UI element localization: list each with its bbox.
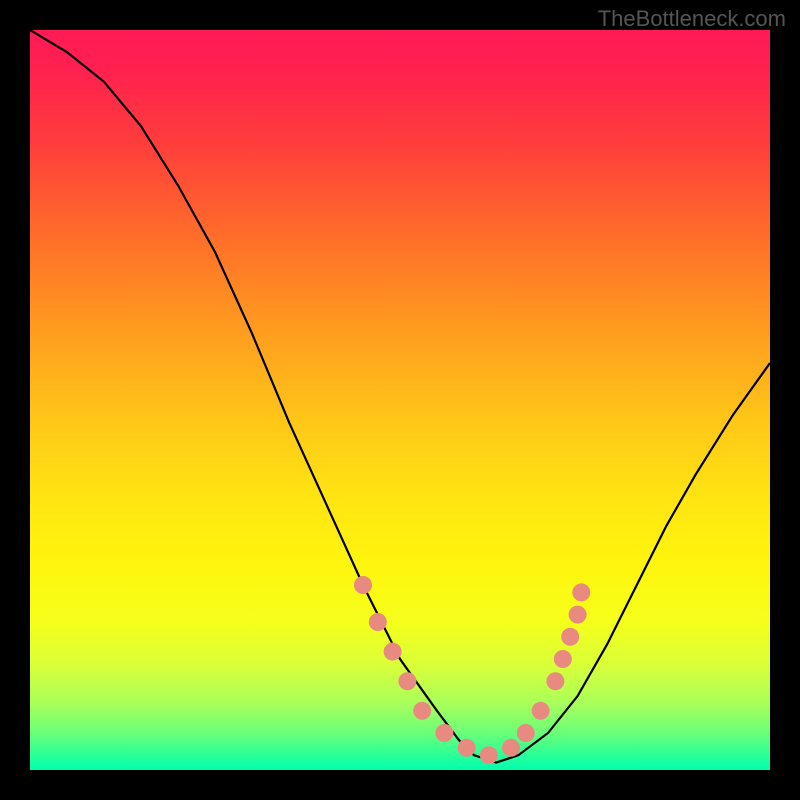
marker-point xyxy=(561,628,579,646)
marker-point xyxy=(569,606,587,624)
marker-point xyxy=(369,613,387,631)
plot-area xyxy=(30,30,770,770)
marker-point xyxy=(554,650,572,668)
marker-point xyxy=(413,702,431,720)
marker-point xyxy=(546,672,564,690)
marker-point xyxy=(354,576,372,594)
marker-point xyxy=(532,702,550,720)
marker-point xyxy=(458,739,476,757)
marker-point xyxy=(435,724,453,742)
marker-point xyxy=(480,746,498,764)
chart-svg xyxy=(30,30,770,770)
marker-point xyxy=(572,583,590,601)
watermark: TheBottleneck.com xyxy=(598,6,786,32)
marker-point xyxy=(517,724,535,742)
highlight-markers xyxy=(354,576,590,764)
marker-point xyxy=(398,672,416,690)
marker-point xyxy=(502,739,520,757)
marker-point xyxy=(384,643,402,661)
